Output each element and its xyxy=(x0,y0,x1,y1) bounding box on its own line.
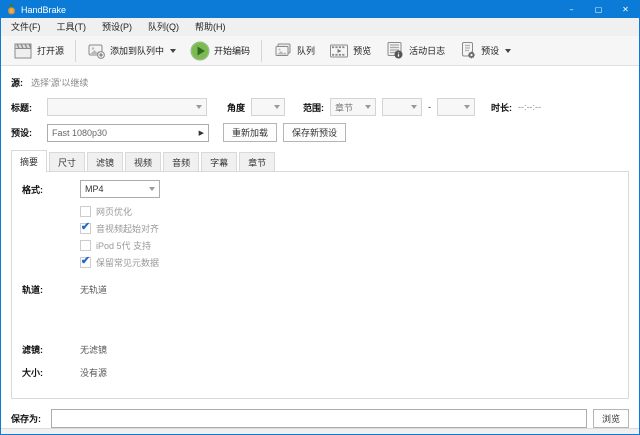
tab-video[interactable]: 视频 xyxy=(125,152,161,171)
main-content: 源: 选择'源'以继续 标题: 角度 范围: 章节 - 时长: --:--:--… xyxy=(1,66,639,428)
size-value: 没有源 xyxy=(80,363,107,379)
format-label: 格式: xyxy=(22,180,80,271)
tab-filters[interactable]: 滤镜 xyxy=(87,152,123,171)
tab-subtitles[interactable]: 字幕 xyxy=(201,152,237,171)
menu-file[interactable]: 文件(F) xyxy=(3,18,49,36)
presets-dropdown-arrow[interactable] xyxy=(505,49,511,53)
tracks-label: 轨道: xyxy=(22,280,80,296)
tracks-value: 无轨道 xyxy=(80,280,107,296)
handbrake-logo-icon xyxy=(6,4,17,15)
add-to-queue-button[interactable]: 添加到队列中 xyxy=(80,38,183,64)
format-select[interactable]: MP4 xyxy=(80,180,160,198)
chevron-down-icon xyxy=(196,105,202,109)
close-button[interactable]: ✕ xyxy=(612,1,639,18)
chevron-down-icon xyxy=(365,105,371,109)
preview-button[interactable]: 预览 xyxy=(322,38,378,64)
activity-log-icon xyxy=(385,41,405,60)
checkbox-ipod-support[interactable]: ✔ iPod 5代 支持 xyxy=(80,237,160,254)
presets-panel-icon xyxy=(459,41,477,60)
toolbar-separator xyxy=(75,40,76,62)
start-encode-button[interactable]: 开始编码 xyxy=(183,38,257,64)
titlebar: HandBrake – ▢ ✕ xyxy=(1,1,639,18)
checkbox-box: ✔ xyxy=(80,223,91,234)
presets-button[interactable]: 预设 xyxy=(452,38,518,64)
preview-film-icon xyxy=(329,42,349,60)
menu-queue[interactable]: 队列(Q) xyxy=(140,18,187,36)
summary-panel: 格式: MP4 ✔ 网页优化 ✔ 音视频起始对齐 xyxy=(11,171,629,399)
menu-tools[interactable]: 工具(T) xyxy=(49,18,95,36)
range-label: 范围: xyxy=(303,101,324,114)
minimize-button[interactable]: – xyxy=(558,1,585,18)
preset-select[interactable]: Fast 1080p30 ▶ xyxy=(47,124,209,142)
handbrake-window: HandBrake – ▢ ✕ 文件(F) 工具(T) 预设(P) 队列(Q) … xyxy=(0,0,640,435)
duration-label: 时长: xyxy=(491,101,512,114)
size-label: 大小: xyxy=(22,363,80,379)
title-select[interactable] xyxy=(47,98,207,116)
window-title: HandBrake xyxy=(21,5,66,15)
save-new-preset-button[interactable]: 保存新预设 xyxy=(283,123,346,142)
angle-label: 角度 xyxy=(227,101,245,114)
range-end-select[interactable] xyxy=(437,98,475,116)
tracks-field: 轨道: 无轨道 xyxy=(22,280,628,296)
title-row: 标题: 角度 范围: 章节 - 时长: --:--:-- xyxy=(11,98,629,116)
checkbox-box: ✔ xyxy=(80,257,91,268)
chevron-down-icon xyxy=(411,105,417,109)
format-field: 格式: MP4 ✔ 网页优化 ✔ 音视频起始对齐 xyxy=(22,180,628,271)
tab-dimensions[interactable]: 尺寸 xyxy=(49,152,85,171)
source-hint: 选择'源'以继续 xyxy=(31,76,88,89)
settings-tabs: 摘要 尺寸 滤镜 视频 音频 字幕 章节 xyxy=(11,152,629,171)
save-as-label: 保存为: xyxy=(11,412,41,425)
queue-button[interactable]: 队列 xyxy=(266,38,322,64)
filters-value: 无滤镜 xyxy=(80,340,107,356)
tab-summary[interactable]: 摘要 xyxy=(11,150,47,171)
activity-log-button[interactable]: 活动日志 xyxy=(378,38,452,64)
statusbar: 准备就绪 当完成时: 无操作 xyxy=(1,428,639,435)
open-source-button[interactable]: 打开源 xyxy=(7,38,71,64)
toolbar: 打开源 添加到队列中 开始编码 xyxy=(1,36,639,66)
toolbar-separator xyxy=(261,40,262,62)
start-encode-play-icon xyxy=(190,41,210,61)
menubar: 文件(F) 工具(T) 预设(P) 队列(Q) 帮助(H) xyxy=(1,18,639,36)
save-path-input[interactable] xyxy=(51,409,587,428)
tab-audio[interactable]: 音频 xyxy=(163,152,199,171)
menu-help[interactable]: 帮助(H) xyxy=(187,18,234,36)
clapperboard-icon xyxy=(14,42,33,60)
size-field: 大小: 没有源 xyxy=(22,363,628,379)
chevron-down-icon xyxy=(149,187,155,191)
maximize-button[interactable]: ▢ xyxy=(585,1,612,18)
menu-presets[interactable]: 预设(P) xyxy=(94,18,140,36)
checkbox-box: ✔ xyxy=(80,206,91,217)
filters-label: 滤镜: xyxy=(22,340,80,356)
tab-chapters[interactable]: 章节 xyxy=(239,152,275,171)
expand-arrow-icon: ▶ xyxy=(199,129,204,137)
chevron-down-icon xyxy=(274,105,280,109)
checkbox-box: ✔ xyxy=(80,240,91,251)
browse-button[interactable]: 浏览 xyxy=(593,409,629,428)
range-type-select[interactable]: 章节 xyxy=(330,98,376,116)
checkbox-av-align[interactable]: ✔ 音视频起始对齐 xyxy=(80,220,160,237)
save-row: 保存为: 浏览 xyxy=(11,409,629,428)
duration-value: --:--:-- xyxy=(518,102,541,112)
add-to-queue-dropdown-arrow[interactable] xyxy=(170,49,176,53)
add-photo-icon xyxy=(87,42,106,60)
preset-label: 预设: xyxy=(11,126,41,139)
preset-row: 预设: Fast 1080p30 ▶ 重新加载 保存新预设 xyxy=(11,123,629,142)
source-label: 源: xyxy=(11,76,23,89)
title-label: 标题: xyxy=(11,101,41,114)
reload-preset-button[interactable]: 重新加载 xyxy=(223,123,277,142)
checkbox-keep-metadata[interactable]: ✔ 保留常见元数据 xyxy=(80,254,160,271)
queue-stack-icon xyxy=(273,42,293,60)
filters-field: 滤镜: 无滤镜 xyxy=(22,340,628,356)
source-row: 源: 选择'源'以继续 xyxy=(11,74,629,90)
range-start-select[interactable] xyxy=(382,98,422,116)
format-options: ✔ 网页优化 ✔ 音视频起始对齐 ✔ iPod 5代 支持 ✔ xyxy=(80,203,160,271)
angle-select[interactable] xyxy=(251,98,285,116)
range-separator: - xyxy=(428,102,431,112)
checkbox-web-optimized[interactable]: ✔ 网页优化 xyxy=(80,203,160,220)
chevron-down-icon xyxy=(464,105,470,109)
